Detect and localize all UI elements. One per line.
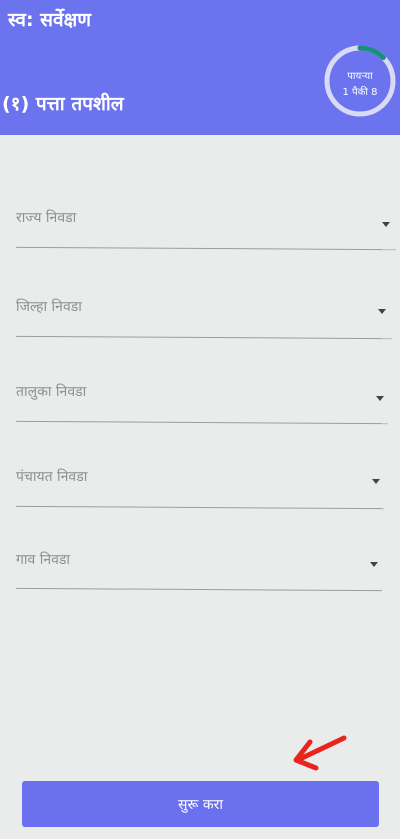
progress-ring-fill xyxy=(357,45,386,61)
taluka-select-placeholder: तालुका निवडा xyxy=(16,384,87,400)
taluka-select-underline xyxy=(16,420,388,425)
village-select[interactable]: गाव निवडा xyxy=(16,550,384,600)
district-select[interactable]: जिल्हा निवडा xyxy=(16,297,392,347)
dropdown-arrow-icon xyxy=(378,309,386,314)
state-select-underline xyxy=(16,246,396,251)
village-select-placeholder: गाव निवडा xyxy=(16,552,71,568)
state-select[interactable]: राज्य निवडा xyxy=(16,208,396,258)
progress-step-text: 1 पैकी 8 xyxy=(342,87,378,98)
state-select-placeholder: राज्य निवडा xyxy=(16,210,77,226)
village-select-underline xyxy=(16,587,382,592)
dropdown-arrow-icon xyxy=(382,222,390,227)
red-arrow-pointer-icon xyxy=(293,735,347,771)
step-progress-indicator: पायऱ्या 1 पैकी 8 xyxy=(322,44,398,124)
panchayat-select-underline xyxy=(16,505,384,510)
panchayat-select[interactable]: पंचायत निवडा xyxy=(16,467,386,517)
section-title: (१) पत्ता तपशील xyxy=(2,93,124,115)
app-title: स्व: सर्वेक्षण xyxy=(8,9,91,31)
district-select-underline xyxy=(16,335,392,340)
taluka-select[interactable]: तालुका निवडा xyxy=(16,382,390,432)
start-button[interactable]: सुरू करा xyxy=(22,781,379,827)
dropdown-arrow-icon xyxy=(376,396,384,401)
dropdown-arrow-icon xyxy=(370,562,378,567)
panchayat-select-placeholder: पंचायत निवडा xyxy=(16,469,88,485)
progress-label: पायऱ्या xyxy=(347,71,373,82)
district-select-placeholder: जिल्हा निवडा xyxy=(16,299,82,315)
dropdown-arrow-icon xyxy=(372,479,380,484)
app-header: स्व: सर्वेक्षण (१) पत्ता तपशील पायऱ्या 1… xyxy=(0,0,400,135)
